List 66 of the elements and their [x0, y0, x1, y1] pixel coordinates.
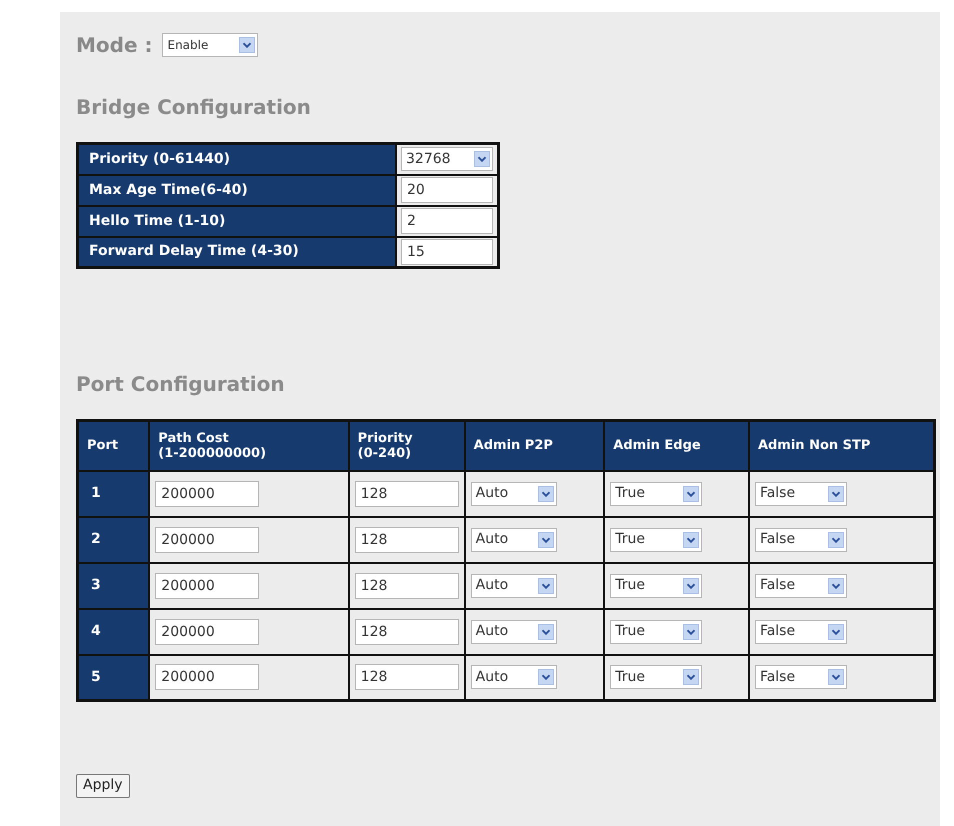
- dropdown[interactable]: False: [754, 482, 847, 506]
- dropdown[interactable]: True: [610, 482, 702, 506]
- caret-icon: [828, 532, 844, 548]
- caret-icon: [474, 151, 490, 168]
- dropdown[interactable]: Auto: [470, 574, 557, 598]
- caret-icon: [538, 669, 554, 686]
- caret-icon: [828, 669, 844, 686]
- caret-icon: [683, 624, 700, 640]
- dropdown[interactable]: True: [610, 665, 702, 690]
- caret-icon: [538, 486, 554, 502]
- caret-icon: [683, 486, 700, 502]
- mode-label: Mode :: [76, 32, 152, 59]
- column-header: Admin Non STP: [748, 420, 934, 470]
- caret-icon: [538, 532, 554, 548]
- dropdown[interactable]: False: [754, 620, 847, 644]
- port-number-cell: 2: [78, 516, 150, 562]
- column-header: Admin Edge: [604, 420, 749, 470]
- column-header: Priority (0-240): [348, 420, 465, 470]
- input-field[interactable]: 128: [354, 618, 459, 644]
- table-header-cell: Max Age Time(6-40): [78, 174, 396, 206]
- input-field[interactable]: 200000: [155, 572, 260, 598]
- dropdown[interactable]: False: [754, 665, 847, 690]
- input-field[interactable]: 200000: [155, 664, 260, 690]
- dropdown[interactable]: True: [610, 528, 702, 552]
- column-header: Admin P2P: [464, 420, 604, 470]
- caret-icon: [683, 669, 700, 686]
- dropdown[interactable]: False: [754, 574, 847, 598]
- dropdown[interactable]: True: [610, 574, 702, 598]
- section-heading: Port Configuration: [76, 371, 286, 398]
- apply-button[interactable]: Apply: [76, 774, 130, 798]
- dropdown[interactable]: Auto: [470, 528, 557, 552]
- table-header-cell: Hello Time (1-10): [78, 206, 396, 236]
- dropdown[interactable]: Enable: [162, 33, 258, 57]
- caret-icon: [683, 532, 700, 548]
- table-header-cell: Priority (0-61440): [78, 144, 396, 174]
- input-field[interactable]: 200000: [155, 618, 260, 644]
- port-number-cell: 4: [78, 608, 150, 654]
- input-field[interactable]: 128: [354, 526, 459, 552]
- input-field[interactable]: 128: [354, 664, 459, 690]
- port-number-cell: 1: [78, 470, 150, 516]
- port-number-cell: 3: [78, 562, 150, 608]
- dropdown[interactable]: 32768: [401, 147, 493, 172]
- dropdown[interactable]: Auto: [470, 665, 557, 690]
- dropdown[interactable]: Auto: [470, 620, 557, 644]
- caret-icon: [538, 624, 554, 640]
- dropdown[interactable]: Auto: [470, 482, 557, 506]
- column-header: Path Cost (1-200000000): [149, 420, 349, 470]
- input-field[interactable]: 15: [401, 238, 493, 265]
- table-header-cell: Forward Delay Time (4-30): [78, 236, 396, 268]
- input-field[interactable]: 20: [401, 177, 493, 203]
- input-field[interactable]: 200000: [155, 480, 260, 506]
- dropdown[interactable]: True: [610, 620, 702, 644]
- caret-icon: [683, 578, 700, 594]
- caret-icon: [239, 37, 256, 53]
- caret-icon: [828, 578, 844, 594]
- input-field[interactable]: 128: [354, 480, 459, 506]
- dropdown[interactable]: False: [754, 528, 847, 552]
- section-heading: Bridge Configuration: [76, 94, 312, 121]
- caret-icon: [828, 624, 844, 640]
- input-field[interactable]: 2: [401, 208, 493, 234]
- column-header: Port: [78, 420, 150, 470]
- caret-icon: [538, 578, 554, 594]
- input-field[interactable]: 200000: [155, 526, 260, 552]
- input-field[interactable]: 128: [354, 572, 459, 598]
- caret-icon: [828, 486, 844, 502]
- port-number-cell: 5: [78, 654, 150, 700]
